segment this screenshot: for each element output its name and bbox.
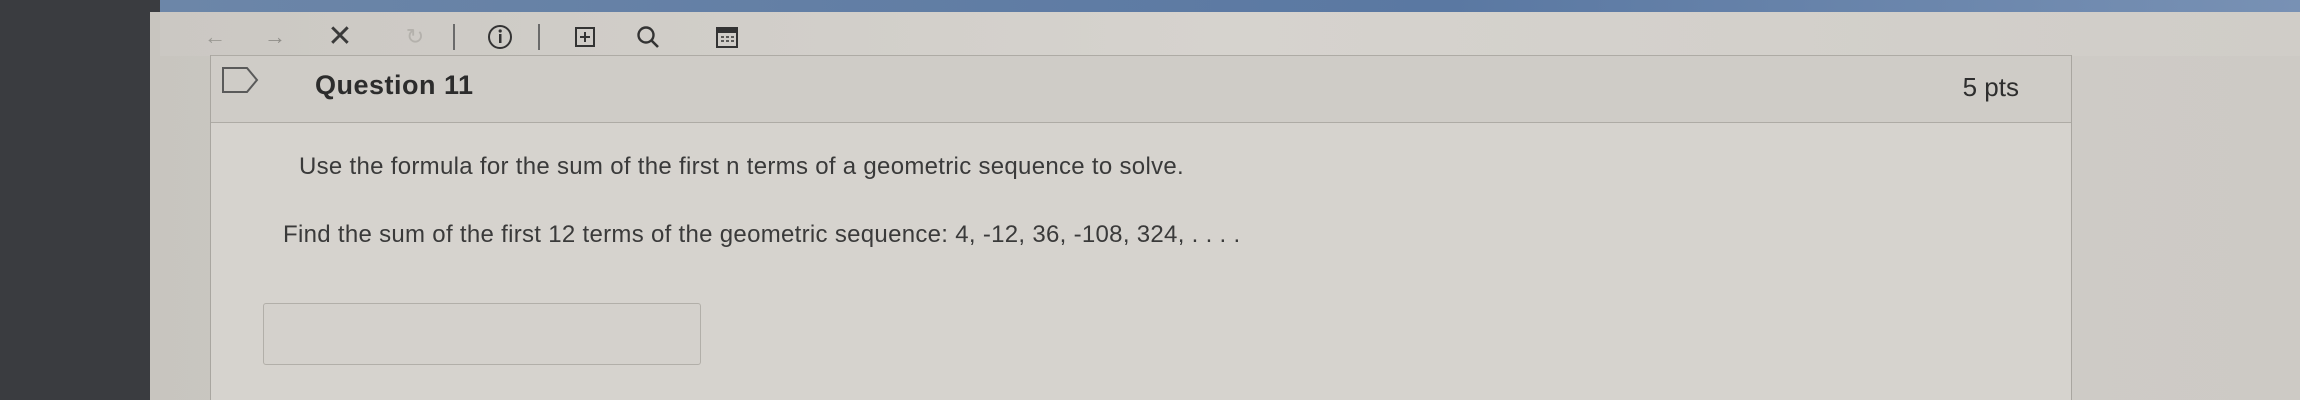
reload-icon[interactable]: ↻ — [400, 22, 430, 52]
question-prompt: Find the sum of the first 12 terms of th… — [283, 221, 1241, 248]
back-arrow-icon[interactable]: ← — [200, 22, 230, 52]
info-icon[interactable] — [485, 22, 515, 52]
toolbar-separator — [453, 24, 455, 50]
flag-question-icon[interactable] — [221, 66, 261, 94]
close-icon[interactable]: ✕ — [325, 22, 355, 52]
calendar-icon[interactable] — [712, 22, 742, 52]
question-points: 5 pts — [1962, 72, 2019, 102]
question-body: Use the formula for the sum of the first… — [211, 122, 2071, 400]
add-tab-icon[interactable] — [570, 22, 600, 52]
question-card: Question 11 5 pts Use the formula for th… — [210, 55, 2072, 400]
question-header: Question 11 5 pts — [211, 55, 2071, 123]
question-instruction: Use the formula for the sum of the first… — [299, 153, 1184, 180]
answer-input[interactable] — [263, 303, 701, 365]
browser-toolbar: ← → ✕ ↻ — [160, 12, 2300, 56]
question-title: Question 11 — [315, 70, 474, 100]
search-icon[interactable] — [633, 22, 663, 52]
toolbar-separator — [538, 24, 540, 50]
forward-arrow-icon[interactable]: → — [260, 22, 290, 52]
